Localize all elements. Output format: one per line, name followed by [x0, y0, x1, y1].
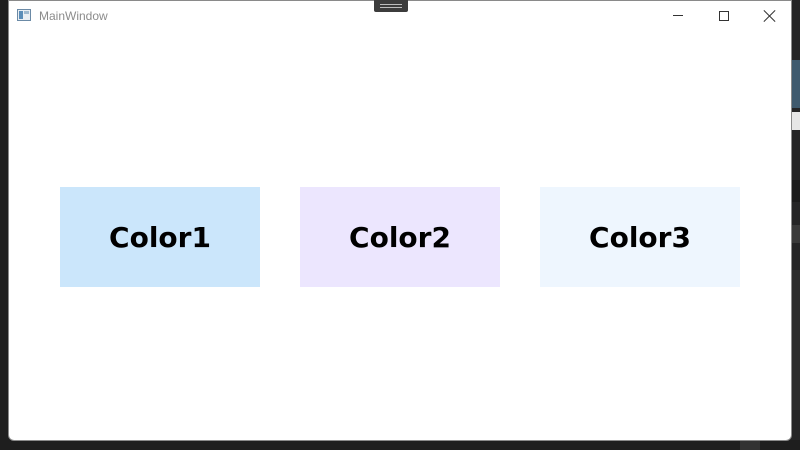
- background-app-bottom: [0, 440, 800, 450]
- minimize-icon: [673, 15, 683, 16]
- snap-layout-handle[interactable]: [374, 0, 408, 12]
- color-box-label: Color1: [109, 220, 211, 254]
- maximize-icon: [719, 11, 729, 21]
- window-app-icon[interactable]: [17, 9, 31, 21]
- color-box-label: Color2: [349, 220, 451, 254]
- close-button[interactable]: [747, 1, 793, 31]
- main-window: MainWindow Color1 Color2 Color3: [8, 0, 792, 441]
- window-title: MainWindow: [39, 9, 108, 23]
- minimize-button[interactable]: [655, 1, 701, 31]
- color-box-3: Color3: [540, 187, 740, 287]
- close-icon: [764, 10, 776, 22]
- color-box-2: Color2: [300, 187, 500, 287]
- color-box-1: Color1: [60, 187, 260, 287]
- maximize-button[interactable]: [701, 1, 747, 31]
- window-content: Color1 Color2 Color3: [9, 31, 791, 439]
- color-box-label: Color3: [589, 220, 691, 254]
